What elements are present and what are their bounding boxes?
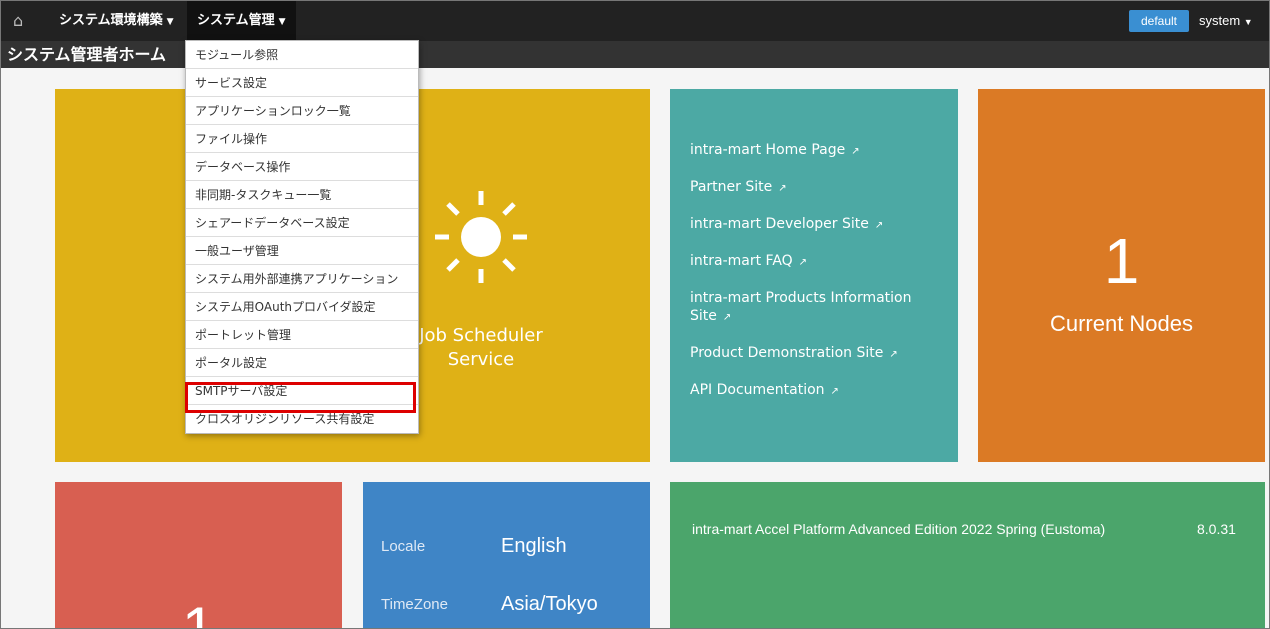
- link-api-docs-text: API Documentation: [690, 382, 825, 398]
- external-link-icon: ↗: [851, 146, 860, 157]
- locale-value: English: [501, 535, 567, 557]
- page-title: システム管理者ホーム: [7, 45, 167, 64]
- link-home-page-text: intra-mart Home Page: [690, 142, 846, 158]
- link-partner-site-text: Partner Site: [690, 179, 773, 195]
- dropdown-item-module-reference[interactable]: モジュール参照: [186, 41, 418, 69]
- smtp-highlight-box: [185, 382, 416, 413]
- link-products-info[interactable]: intra-mart Products Information Site ↗: [690, 289, 930, 327]
- link-partner-site[interactable]: Partner Site ↗: [690, 178, 940, 198]
- user-menu-label: system: [1199, 13, 1241, 28]
- user-menu[interactable]: system ▼: [1199, 1, 1253, 41]
- dropdown-item-external-integration-apps[interactable]: システム用外部連携アプリケーション: [186, 265, 418, 293]
- menu-system-admin[interactable]: システム管理 ▼: [187, 1, 296, 41]
- version-tile: [670, 482, 1265, 628]
- current-nodes-label: Current Nodes: [1049, 311, 1194, 336]
- system-admin-dropdown: モジュール参照 サービス設定 アプリケーションロック一覧 ファイル操作 データベ…: [185, 40, 419, 434]
- link-list: intra-mart Home Page ↗ Partner Site ↗ intr…: [690, 141, 940, 418]
- link-faq[interactable]: intra-mart FAQ ↗: [690, 252, 940, 272]
- external-link-icon: ↗: [830, 386, 839, 397]
- sun-icon: [435, 191, 527, 283]
- chevron-down-icon: ▼: [1243, 17, 1253, 27]
- external-link-icon: ↗: [778, 183, 787, 194]
- locale-key: Locale: [381, 538, 426, 555]
- dropdown-item-portal-settings[interactable]: ポータル設定: [186, 349, 418, 377]
- dropdown-item-application-lock-list[interactable]: アプリケーションロック一覧: [186, 97, 418, 125]
- timezone-value: Asia/Tokyo: [501, 593, 598, 615]
- dropdown-item-portlet-management[interactable]: ポートレット管理: [186, 321, 418, 349]
- dropdown-item-database-operations[interactable]: データベース操作: [186, 153, 418, 181]
- external-link-icon: ↗: [798, 257, 808, 268]
- dropdown-item-service-settings[interactable]: サービス設定: [186, 69, 418, 97]
- menu-system-environment-label: システム環境構築: [59, 13, 163, 28]
- current-nodes-count: 1: [1103, 225, 1140, 297]
- dropdown-item-shared-database-settings[interactable]: シェアードデータベース設定: [186, 209, 418, 237]
- dropdown-item-file-operations[interactable]: ファイル操作: [186, 125, 418, 153]
- link-demo-site[interactable]: Product Demonstration Site ↗: [690, 344, 940, 364]
- link-api-docs[interactable]: API Documentation ↗: [690, 381, 940, 401]
- home-icon[interactable]: ⌂: [13, 11, 33, 31]
- dropdown-item-async-task-queue[interactable]: 非同期-タスクキュー一覧: [186, 181, 418, 209]
- app-window: ⌂ システム環境構築 ▼ システム管理 ▼ default system ▼ システ…: [0, 0, 1270, 629]
- default-button[interactable]: default: [1129, 10, 1189, 32]
- link-developer-site-text: intra-mart Developer Site: [690, 216, 869, 232]
- external-link-icon: ↗: [722, 312, 732, 323]
- product-edition: intra-mart Accel Platform Advanced Editi…: [692, 521, 1106, 537]
- dropdown-item-oauth-provider-settings[interactable]: システム用OAuthプロバイダ設定: [186, 293, 418, 321]
- top-navbar: ⌂ システム環境構築 ▼ システム管理 ▼ default system ▼: [1, 1, 1269, 41]
- external-link-icon: ↗: [889, 349, 898, 360]
- red-tile-number: 1: [181, 595, 216, 629]
- link-faq-text: intra-mart FAQ: [690, 253, 793, 269]
- dropdown-item-general-user-management[interactable]: 一般ユーザ管理: [186, 237, 418, 265]
- link-home-page[interactable]: intra-mart Home Page ↗: [690, 141, 940, 161]
- chevron-down-icon: ▼: [166, 17, 174, 27]
- timezone-key: TimeZone: [381, 596, 448, 613]
- version-number: 8.0.31: [1197, 521, 1236, 537]
- link-demo-site-text: Product Demonstration Site: [690, 345, 884, 361]
- menu-system-environment[interactable]: システム環境構築 ▼: [51, 1, 182, 41]
- link-developer-site[interactable]: intra-mart Developer Site ↗: [690, 215, 940, 235]
- external-link-icon: ↗: [874, 220, 884, 231]
- menu-system-admin-label: システム管理: [197, 13, 275, 28]
- chevron-down-icon: ▼: [278, 17, 286, 27]
